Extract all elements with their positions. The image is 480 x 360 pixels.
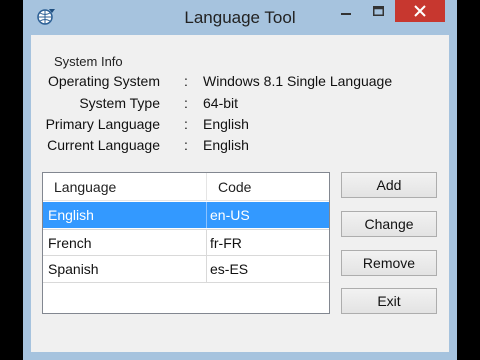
info-label: System Type: [79, 95, 160, 111]
info-separator: :: [184, 137, 188, 153]
code-cell: fr-FR: [210, 235, 242, 251]
info-row-operating-system: Operating System : Windows 8.1 Single La…: [23, 73, 423, 91]
info-value: 64-bit: [203, 95, 239, 111]
list-row-french[interactable]: French fr-FR: [43, 229, 329, 256]
minimize-icon: [341, 13, 351, 15]
info-label: Current Language: [47, 137, 160, 153]
info-row-system-type: System Type : 64-bit: [23, 95, 423, 113]
language-list[interactable]: Language Code English en-US French fr-FR…: [42, 172, 330, 314]
maximize-icon: [372, 6, 384, 16]
language-cell: English: [43, 202, 207, 228]
close-button[interactable]: [395, 0, 445, 22]
code-cell: es-ES: [210, 261, 249, 277]
change-button[interactable]: Change: [341, 211, 437, 237]
close-icon: [414, 5, 426, 17]
column-header-code[interactable]: Code: [207, 173, 329, 200]
code-cell: en-US: [210, 207, 250, 223]
column-header-language[interactable]: Language: [43, 173, 207, 200]
remove-button[interactable]: Remove: [341, 250, 437, 276]
info-separator: :: [184, 95, 188, 111]
window-title: Language Tool: [184, 8, 296, 27]
language-cell: Spanish: [43, 256, 207, 282]
minimize-button[interactable]: [333, 0, 359, 22]
info-row-current-language: Current Language : English: [23, 137, 423, 155]
maximize-button[interactable]: [365, 0, 391, 22]
info-label: Primary Language: [45, 116, 160, 132]
system-info-group-title: System Info: [54, 54, 123, 69]
info-label: Operating System: [47, 73, 160, 89]
info-value: English: [203, 116, 249, 132]
info-value: Windows 8.1 Single Language: [203, 73, 393, 89]
info-row-primary-language: Primary Language : English: [23, 116, 423, 134]
info-separator: :: [184, 116, 188, 132]
list-header: Language Code: [43, 173, 329, 201]
info-value: English: [203, 137, 249, 153]
info-separator: :: [184, 73, 188, 89]
language-cell: French: [43, 230, 207, 256]
add-button[interactable]: Add: [341, 172, 437, 198]
list-row-english[interactable]: English en-US: [43, 202, 329, 228]
list-row-spanish[interactable]: Spanish es-ES: [43, 256, 329, 283]
exit-button[interactable]: Exit: [341, 288, 437, 314]
